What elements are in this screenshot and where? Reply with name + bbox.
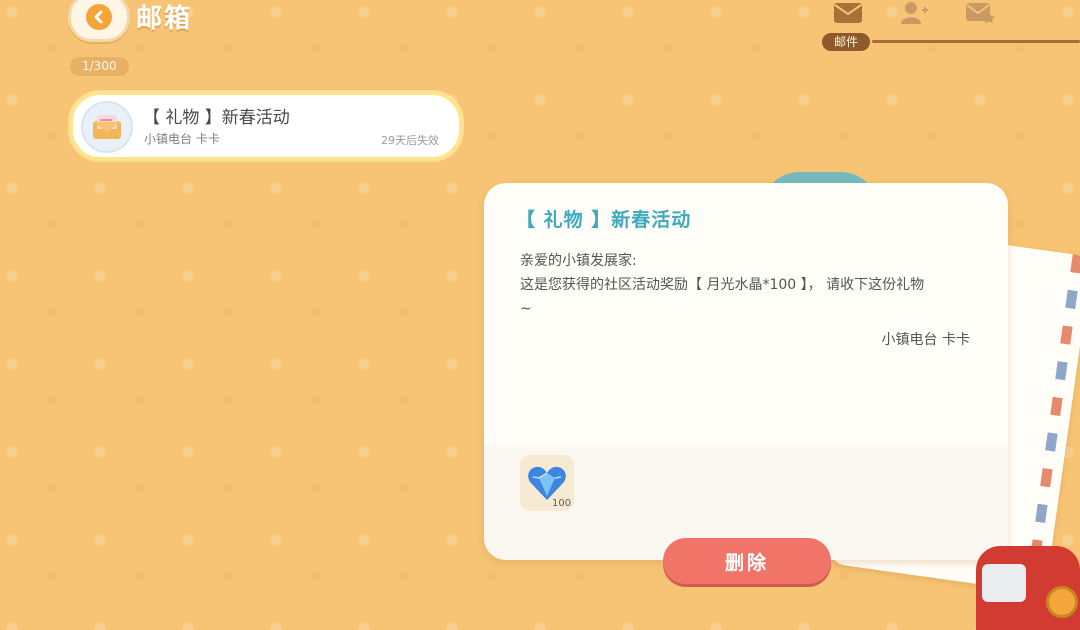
mail-subject: 【 礼物 】新春活动 <box>143 108 290 128</box>
letter-greeting: 亲爱的小镇发展家: <box>520 253 637 269</box>
letter-title: 【 礼物 】新春活动 <box>516 209 692 231</box>
add-friend-icon <box>901 2 928 24</box>
page-title: 邮箱 <box>136 4 193 34</box>
crystal-heart-icon <box>528 466 566 500</box>
tab-mail[interactable] <box>830 0 866 26</box>
mailbox-knob <box>1046 586 1078 618</box>
attachment-count: 100 <box>552 498 572 509</box>
letter-body: 亲爱的小镇发展家: 这是您获得的社区活动奖励【 月光水晶*100 】， 请收下这… <box>520 249 980 321</box>
mail-expiry: 29天后失效 <box>381 134 439 147</box>
letter-line: ~ <box>520 301 532 317</box>
letter-signature: 小镇电台 卡卡 <box>881 332 970 348</box>
mail-icon <box>834 3 862 23</box>
delete-button[interactable]: 删除 <box>663 538 831 584</box>
mailbox-slot <box>982 564 1026 602</box>
envelope-icon <box>93 115 121 139</box>
mail-sender: 小镇电台 卡卡 <box>144 132 220 146</box>
tab-friends[interactable] <box>896 0 932 26</box>
star-mail-icon <box>966 3 995 24</box>
tab-underline <box>872 40 1080 43</box>
mailbox-decoration <box>976 546 1080 630</box>
letter-card: 【 礼物 】新春活动 亲爱的小镇发展家: 这是您获得的社区活动奖励【 月光水晶*… <box>484 183 1008 560</box>
mail-avatar <box>81 101 133 153</box>
mail-list-item[interactable]: 【 礼物 】新春活动 小镇电台 卡卡 29天后失效 <box>70 92 462 160</box>
chevron-left-icon <box>86 4 112 30</box>
back-button[interactable] <box>68 0 130 42</box>
letter-line: 这是您获得的社区活动奖励【 月光水晶*100 】， 请收下这份礼物 <box>520 277 925 293</box>
active-tab-label: 邮件 <box>822 33 871 51</box>
mail-counter: 1/300 <box>70 57 129 76</box>
tab-starred[interactable] <box>962 0 998 26</box>
